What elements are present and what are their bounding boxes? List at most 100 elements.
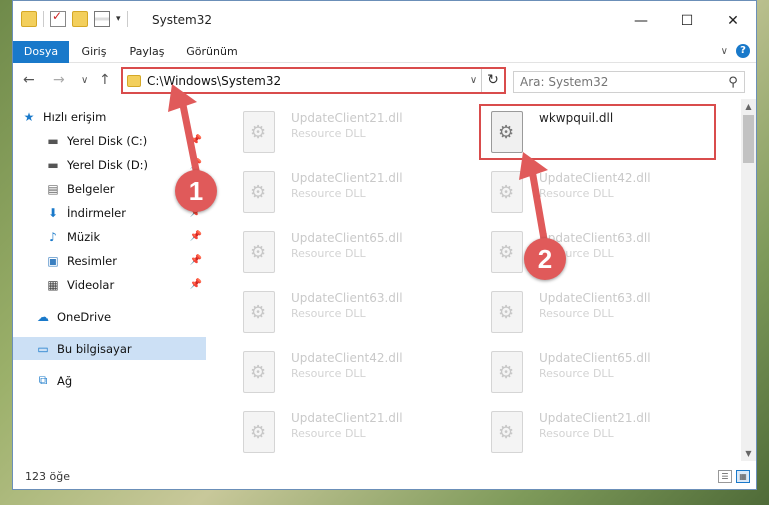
file-name: UpdateClient21.dll xyxy=(291,411,403,425)
sidebar-item-local-disk-c[interactable]: ▬ Yerel Disk (C:) 📌 xyxy=(13,129,206,152)
toolbar-divider xyxy=(43,11,44,27)
cloud-icon: ☁ xyxy=(37,309,49,324)
sidebar-item-label: Yerel Disk (C:) xyxy=(67,133,148,148)
file-type: Resource DLL xyxy=(291,427,366,440)
file-name: UpdateClient21.dll xyxy=(539,411,651,425)
file-item[interactable]: UpdateClient21.dll Resource DLL xyxy=(233,163,473,221)
file-name: UpdateClient21.dll xyxy=(291,111,403,125)
file-type: Resource DLL xyxy=(291,247,366,260)
sidebar-item-label: Ağ xyxy=(57,373,73,388)
file-item[interactable]: UpdateClient63.dll Resource DLL xyxy=(233,283,473,341)
file-item[interactable]: UpdateClient65.dll Resource DLL xyxy=(233,223,473,281)
sidebar-item-network[interactable]: ⧉ Ağ xyxy=(13,369,206,392)
folder-icon xyxy=(127,74,141,87)
sidebar-item-local-disk-d[interactable]: ▬ Yerel Disk (D:) 📌 xyxy=(13,153,206,176)
tab-home[interactable]: Giriş xyxy=(73,41,115,63)
refresh-icon[interactable]: ↻ xyxy=(482,69,504,92)
file-type: Resource DLL xyxy=(291,127,366,140)
sidebar-item-this-pc[interactable]: ▭ Bu bilgisayar xyxy=(13,337,206,360)
customize-toolbar-icon[interactable]: ▾ xyxy=(116,14,121,24)
maximize-button[interactable]: ☐ xyxy=(664,1,710,41)
file-name: UpdateClient42.dll xyxy=(539,171,651,185)
file-item[interactable]: UpdateClient21.dll Resource DLL xyxy=(233,103,473,161)
file-name: UpdateClient63.dll xyxy=(539,291,651,305)
search-input[interactable] xyxy=(520,75,722,89)
new-folder-icon[interactable] xyxy=(72,11,88,27)
up-arrow-icon[interactable]: ↑ xyxy=(99,72,111,88)
music-icon: ♪ xyxy=(49,229,57,244)
file-item[interactable]: UpdateClient21.dll Resource DLL xyxy=(481,403,721,461)
file-item[interactable]: UpdateClient42.dll Resource DLL xyxy=(233,343,473,401)
address-dropdown-icon[interactable]: ∨ xyxy=(466,69,482,92)
search-icon[interactable]: ⚲ xyxy=(722,75,744,90)
address-path[interactable]: C:\Windows\System32 xyxy=(147,74,466,88)
minimize-button[interactable]: — xyxy=(618,1,664,41)
file-type: Resource DLL xyxy=(539,367,614,380)
file-item[interactable]: UpdateClient63.dll Resource DLL xyxy=(481,283,721,341)
search-box[interactable]: ⚲ xyxy=(513,71,745,93)
pin-icon[interactable]: 📌 xyxy=(190,159,202,170)
scroll-thumb[interactable] xyxy=(743,115,754,163)
file-name: UpdateClient42.dll xyxy=(291,351,403,365)
file-item[interactable]: UpdateClient63.dll Resource DLL xyxy=(481,223,721,281)
sidebar-item-label: Bu bilgisayar xyxy=(57,341,132,356)
pin-icon[interactable]: 📌 xyxy=(190,231,202,242)
step-badge-1: 1 xyxy=(175,170,217,212)
pictures-icon: ▣ xyxy=(47,253,59,268)
close-button[interactable]: ✕ xyxy=(710,1,756,41)
sidebar-item-downloads[interactable]: ⬇ İndirmeler 📌 xyxy=(13,201,206,224)
file-name: UpdateClient65.dll xyxy=(291,231,403,245)
large-icons-view-icon[interactable]: ▦ xyxy=(736,470,750,483)
properties-check-icon[interactable] xyxy=(50,9,66,27)
sidebar-item-music[interactable]: ♪ Müzik 📌 xyxy=(13,225,206,248)
folder-icon xyxy=(21,11,37,27)
file-highlight-box xyxy=(479,104,716,160)
navigation-pane: ★ Hızlı erişim ▬ Yerel Disk (C:) 📌 ▬ Yer… xyxy=(13,99,206,461)
recent-locations-icon[interactable]: ∨ xyxy=(81,75,88,86)
quick-access-toolbar: ▾ xyxy=(21,9,128,27)
dll-file-icon xyxy=(243,231,275,273)
star-icon: ★ xyxy=(23,109,35,124)
sidebar-item-videos[interactable]: ▦ Videolar 📌 xyxy=(13,273,206,296)
help-icon[interactable]: ? xyxy=(736,44,750,58)
file-item[interactable]: UpdateClient65.dll Resource DLL xyxy=(481,343,721,401)
file-type: Resource DLL xyxy=(291,307,366,320)
sidebar-item-quick-access[interactable]: ★ Hızlı erişim xyxy=(13,105,206,128)
file-type: Resource DLL xyxy=(539,187,614,200)
explorer-window: ▾ System32 — ☐ ✕ Dosya Giriş Paylaş Görü… xyxy=(12,0,757,490)
address-bar[interactable]: C:\Windows\System32 ∨ ↻ xyxy=(121,67,506,94)
pin-icon[interactable]: 📌 xyxy=(190,135,202,146)
scroll-down-icon[interactable]: ▼ xyxy=(741,446,756,461)
download-icon: ⬇ xyxy=(47,205,59,220)
file-name: UpdateClient63.dll xyxy=(291,291,403,305)
file-type: Resource DLL xyxy=(539,427,614,440)
tab-view[interactable]: Görünüm xyxy=(181,41,243,63)
videos-icon: ▦ xyxy=(47,277,59,292)
expand-ribbon-icon[interactable]: ∨ xyxy=(721,46,728,57)
navigation-bar: ← → ∨ ↑ C:\Windows\System32 ∨ ↻ ⚲ xyxy=(13,63,756,99)
pin-icon[interactable]: 📌 xyxy=(190,279,202,290)
sidebar-item-label: OneDrive xyxy=(57,309,112,324)
file-item[interactable]: UpdateClient42.dll Resource DLL xyxy=(481,163,721,221)
vertical-scrollbar[interactable]: ▲ ▼ xyxy=(741,99,756,461)
sidebar-item-label: Belgeler xyxy=(67,181,115,196)
drive-icon: ▬ xyxy=(47,157,59,172)
file-type: Resource DLL xyxy=(291,367,366,380)
documents-icon: ▤ xyxy=(47,181,59,196)
title-bar: ▾ System32 — ☐ ✕ xyxy=(13,1,756,41)
back-arrow-icon[interactable]: ← xyxy=(23,72,35,88)
file-item[interactable]: UpdateClient21.dll Resource DLL xyxy=(233,403,473,461)
pin-icon[interactable]: 📌 xyxy=(190,255,202,266)
network-icon: ⧉ xyxy=(38,373,48,387)
forward-arrow-icon[interactable]: → xyxy=(53,72,65,88)
tab-file[interactable]: Dosya xyxy=(13,41,69,63)
properties-icon[interactable] xyxy=(94,11,110,27)
sidebar-item-pictures[interactable]: ▣ Resimler 📌 xyxy=(13,249,206,272)
file-name: UpdateClient65.dll xyxy=(539,351,651,365)
tab-share[interactable]: Paylaş xyxy=(121,41,173,63)
sidebar-item-label: Resimler xyxy=(67,253,117,268)
scroll-up-icon[interactable]: ▲ xyxy=(741,99,756,114)
sidebar-item-onedrive[interactable]: ☁ OneDrive xyxy=(13,305,206,328)
details-view-icon[interactable]: ☰ xyxy=(718,470,732,483)
file-name: UpdateClient21.dll xyxy=(291,171,403,185)
